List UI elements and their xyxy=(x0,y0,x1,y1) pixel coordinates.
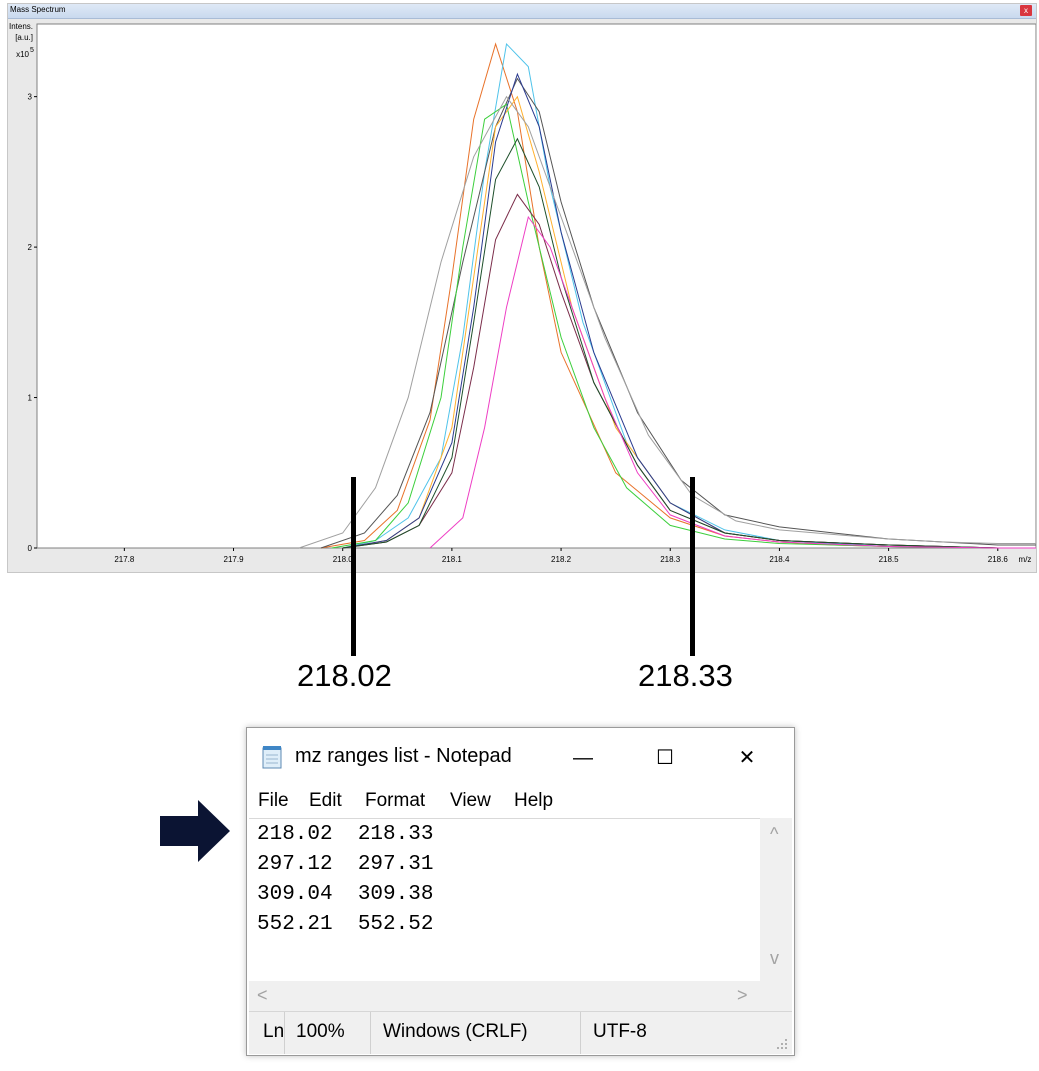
notepad-icon xyxy=(262,746,282,769)
notepad-window: mz ranges list - Notepad — ☐ ✕ File Edit… xyxy=(246,727,795,1056)
status-separator xyxy=(580,1012,581,1054)
text-line: 218.02 218.33 xyxy=(257,823,434,846)
y-axis-label-line-1: Intens. xyxy=(9,22,33,31)
status-zoom: 100% xyxy=(296,1021,345,1042)
text-line: 297.12 297.31 xyxy=(257,853,434,876)
menu-view[interactable]: View xyxy=(450,790,491,812)
notepad-status-bar: Ln 100% Windows (CRLF) UTF-8 xyxy=(249,1011,792,1054)
y-axis-label: Intens. [a.u.] x10 5 xyxy=(9,22,34,59)
x-axis-ticks: 217.8 217.9 218.0 218.1 218.2 218.3 218.4 218.5… xyxy=(114,548,1008,564)
maximize-button[interactable]: ☐ xyxy=(645,742,685,774)
mass-spectrum-title: Mass Spectrum xyxy=(10,5,66,14)
horizontal-scrollbar[interactable]: < > xyxy=(249,981,760,1011)
notepad-text-area[interactable]: 218.02 218.33 297.12 297.31 309.04 309.3… xyxy=(249,818,760,982)
x-axis-label: m/z xyxy=(1019,555,1032,564)
x-tick-label: 218.3 xyxy=(660,555,681,564)
text-line: 552.21 552.52 xyxy=(257,913,434,936)
menu-help[interactable]: Help xyxy=(514,790,553,812)
status-separator xyxy=(284,1012,285,1054)
x-tick-label: 217.9 xyxy=(224,555,245,564)
status-encoding: UTF-8 xyxy=(593,1021,647,1042)
notepad-titlebar[interactable]: mz ranges list - Notepad — ☐ ✕ xyxy=(247,728,794,788)
x-tick-label: 218.4 xyxy=(769,555,790,564)
notepad-title: mz ranges list - Notepad xyxy=(295,745,512,767)
y-tick-label: 1 xyxy=(28,394,33,403)
x-tick-label: 218.2 xyxy=(551,555,572,564)
mass-spectrum-window: Mass Spectrum x Intens. [a.u.] x10 5 0 1 2… xyxy=(7,3,1037,573)
scroll-down-icon[interactable]: v xyxy=(770,948,779,969)
x-tick-label: 218.1 xyxy=(442,555,463,564)
status-line-ending: Windows (CRLF) xyxy=(383,1021,528,1042)
x-tick-label: 217.8 xyxy=(114,555,135,564)
range-marker-left xyxy=(351,477,356,656)
y-tick-label: 3 xyxy=(28,93,33,102)
y-tick-label: 0 xyxy=(28,544,33,553)
x-tick-label: 218.5 xyxy=(879,555,900,564)
text-line: 309.04 309.38 xyxy=(257,883,434,906)
x-tick-label: 218.6 xyxy=(988,555,1009,564)
range-label-right: 218.33 xyxy=(638,658,733,693)
status-line-col: Ln xyxy=(263,1021,285,1042)
range-label-left: 218.02 xyxy=(297,658,392,693)
status-separator xyxy=(370,1012,371,1054)
minimize-button[interactable]: — xyxy=(563,742,603,774)
close-icon[interactable]: x xyxy=(1020,5,1032,16)
y-tick-label: 2 xyxy=(28,243,33,252)
scroll-left-icon[interactable]: < xyxy=(257,985,268,1006)
menu-edit[interactable]: Edit xyxy=(309,790,342,812)
menu-format[interactable]: Format xyxy=(365,790,425,812)
y-axis-scale-exponent: 5 xyxy=(30,47,34,54)
resize-grip-icon[interactable] xyxy=(776,1038,788,1050)
vertical-scrollbar[interactable]: ^ v xyxy=(760,818,792,981)
range-marker-right xyxy=(690,477,695,656)
y-axis-ticks: 0 1 2 3 xyxy=(28,93,37,553)
y-axis-label-line-2: [a.u.] xyxy=(15,33,33,42)
plot-area xyxy=(36,23,1036,549)
mass-spectrum-chart: Intens. [a.u.] x10 5 0 1 2 3 217.8 217.9 218.… xyxy=(9,22,1036,564)
scroll-right-icon[interactable]: > xyxy=(737,985,748,1006)
menu-file[interactable]: File xyxy=(258,790,289,812)
pointer-arrow-icon xyxy=(160,800,230,862)
close-button[interactable]: ✕ xyxy=(727,742,767,774)
scroll-up-icon[interactable]: ^ xyxy=(770,824,778,845)
notepad-menubar: File Edit Format View Help xyxy=(247,788,794,818)
y-axis-scale-label: x10 xyxy=(16,50,29,59)
scrollbar-corner xyxy=(760,981,792,1011)
mass-spectrum-titlebar[interactable]: Mass Spectrum x xyxy=(8,4,1036,19)
